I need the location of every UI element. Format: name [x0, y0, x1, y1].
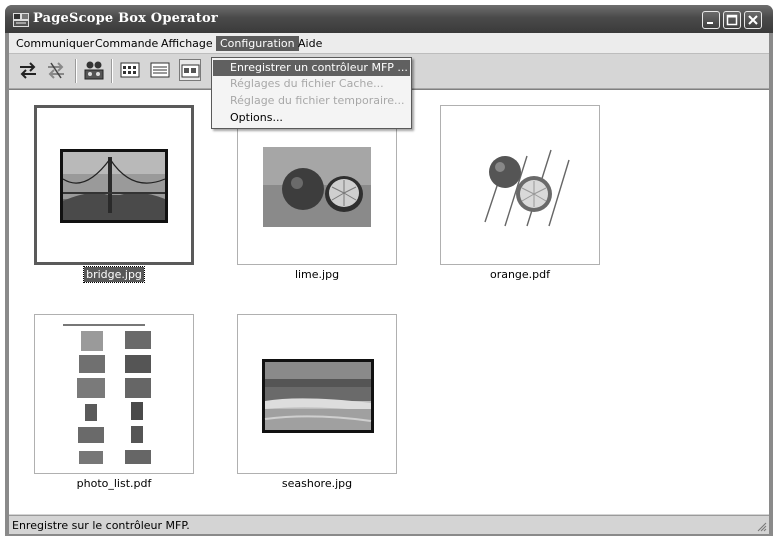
- disconnect-arrows-icon: [48, 62, 64, 79]
- thumbnail-bridge[interactable]: [34, 105, 194, 265]
- view-thumbnail-button[interactable]: [179, 59, 201, 81]
- thumbnail-orange[interactable]: [440, 105, 600, 265]
- menu-commande[interactable]: Commande: [91, 36, 162, 51]
- thumbnail-view-icon: [181, 64, 200, 78]
- disconnect-button[interactable]: [45, 59, 67, 81]
- file-name: seashore.jpg: [281, 477, 353, 490]
- close-icon: [748, 15, 758, 25]
- menu-communiquer[interactable]: Communiquer: [12, 36, 98, 51]
- menu-item-temp-file-settings[interactable]: Réglage du fichier temporaire...: [213, 93, 410, 109]
- file-name: bridge.jpg: [83, 266, 145, 283]
- menu-affichage[interactable]: Affichage: [157, 36, 217, 51]
- seashore-photo: [262, 359, 374, 433]
- toolbar-separator: [111, 59, 113, 83]
- file-browser[interactable]: bridge.jpg lime.jpg orange.pdf photo_lis…: [9, 89, 769, 514]
- thumbnail-seashore[interactable]: [237, 314, 397, 474]
- close-button[interactable]: [744, 11, 762, 29]
- menu-bar: Communiquer Commande Affichage Configura…: [9, 33, 769, 54]
- transfer-arrows-icon: [20, 62, 36, 79]
- view-list-button[interactable]: [149, 59, 171, 81]
- menu-aide[interactable]: Aide: [294, 36, 326, 51]
- bridge-photo: [60, 149, 168, 223]
- file-name: photo_list.pdf: [76, 477, 152, 490]
- minimize-icon: [707, 22, 713, 24]
- lime-photo: [263, 147, 371, 227]
- grid-view-icon: [120, 62, 140, 78]
- photo-list-document: [45, 319, 185, 469]
- resize-grip-icon[interactable]: [757, 522, 767, 532]
- minimize-button[interactable]: [702, 11, 720, 29]
- configuration-dropdown-menu: Enregistrer un contrôleur MFP ... Réglag…: [211, 57, 412, 129]
- file-label-lime[interactable]: lime.jpg: [237, 268, 397, 281]
- people-button[interactable]: [83, 59, 105, 81]
- file-name: orange.pdf: [489, 268, 551, 281]
- transfer-button[interactable]: [17, 59, 39, 81]
- menu-item-register-mfp-controller[interactable]: Enregistrer un contrôleur MFP ...: [213, 60, 410, 76]
- thumbnail-photo-list[interactable]: [34, 314, 194, 474]
- file-label-photo-list[interactable]: photo_list.pdf: [34, 477, 194, 490]
- menu-configuration[interactable]: Configuration: [216, 36, 299, 51]
- menu-item-options[interactable]: Options...: [213, 110, 410, 126]
- window-title: PageScope Box Operator: [33, 11, 218, 26]
- toolbar-separator: [75, 59, 77, 83]
- app-icon: [13, 13, 29, 27]
- orange-photo: [465, 142, 577, 228]
- menu-item-cache-settings[interactable]: Réglages du fichier Cache...: [213, 76, 410, 92]
- status-text: Enregistre sur le contrôleur MFP.: [12, 519, 190, 532]
- list-view-icon: [150, 62, 170, 78]
- file-name: lime.jpg: [294, 268, 340, 281]
- file-label-bridge[interactable]: bridge.jpg: [34, 266, 194, 283]
- title-bar[interactable]: PageScope Box Operator: [5, 5, 773, 33]
- maximize-button[interactable]: [723, 11, 741, 29]
- thumbnail-lime[interactable]: [237, 105, 397, 265]
- view-large-icons-button[interactable]: [119, 59, 141, 81]
- users-icon: [84, 61, 104, 80]
- file-label-seashore[interactable]: seashore.jpg: [237, 477, 397, 490]
- status-bar: Enregistre sur le contrôleur MFP.: [9, 515, 769, 534]
- file-label-orange[interactable]: orange.pdf: [440, 268, 600, 281]
